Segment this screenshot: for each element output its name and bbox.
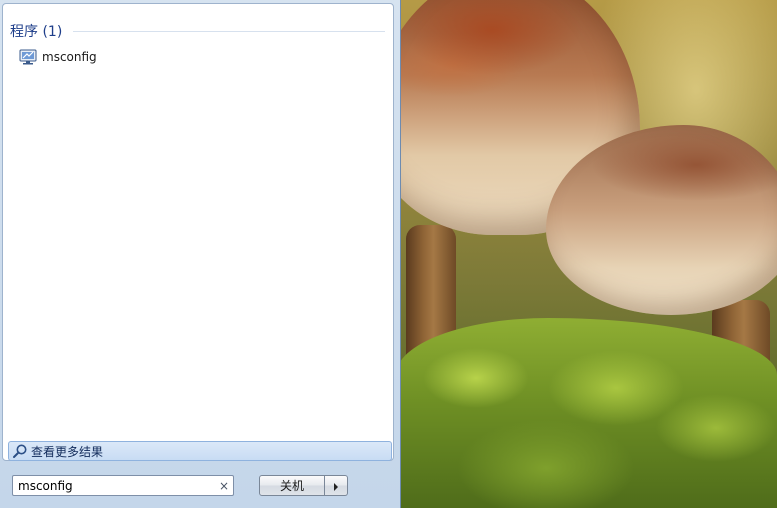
search-icon — [12, 443, 28, 459]
see-more-results-label: 查看更多结果 — [31, 444, 104, 459]
search-results-pane: 程序 (1) msconfig 查看更多结果 — [2, 3, 394, 461]
desktop-wallpaper — [396, 0, 777, 508]
result-item-msconfig[interactable]: msconfig — [19, 47, 97, 67]
shutdown-controls: 关机 — [259, 475, 348, 496]
chevron-right-icon — [333, 476, 339, 495]
start-search-input[interactable] — [13, 476, 215, 495]
see-more-results-button[interactable]: 查看更多结果 — [8, 441, 392, 461]
desktop-screen: 程序 (1) msconfig 查看更多结果 msconfig × 关机 — [0, 0, 777, 508]
clear-search-icon[interactable]: × — [215, 479, 233, 493]
system-configuration-icon — [19, 49, 37, 65]
group-header-divider — [73, 31, 385, 32]
programs-group-header: 程序 (1) — [10, 24, 63, 40]
start-search-box: × — [12, 475, 234, 496]
result-item-label: msconfig — [42, 50, 97, 64]
shutdown-button[interactable]: 关机 — [259, 475, 325, 496]
moss-ground — [396, 318, 777, 508]
start-menu-panel: 程序 (1) msconfig 查看更多结果 msconfig × 关机 — [0, 0, 401, 508]
shutdown-options-button[interactable] — [325, 475, 348, 496]
